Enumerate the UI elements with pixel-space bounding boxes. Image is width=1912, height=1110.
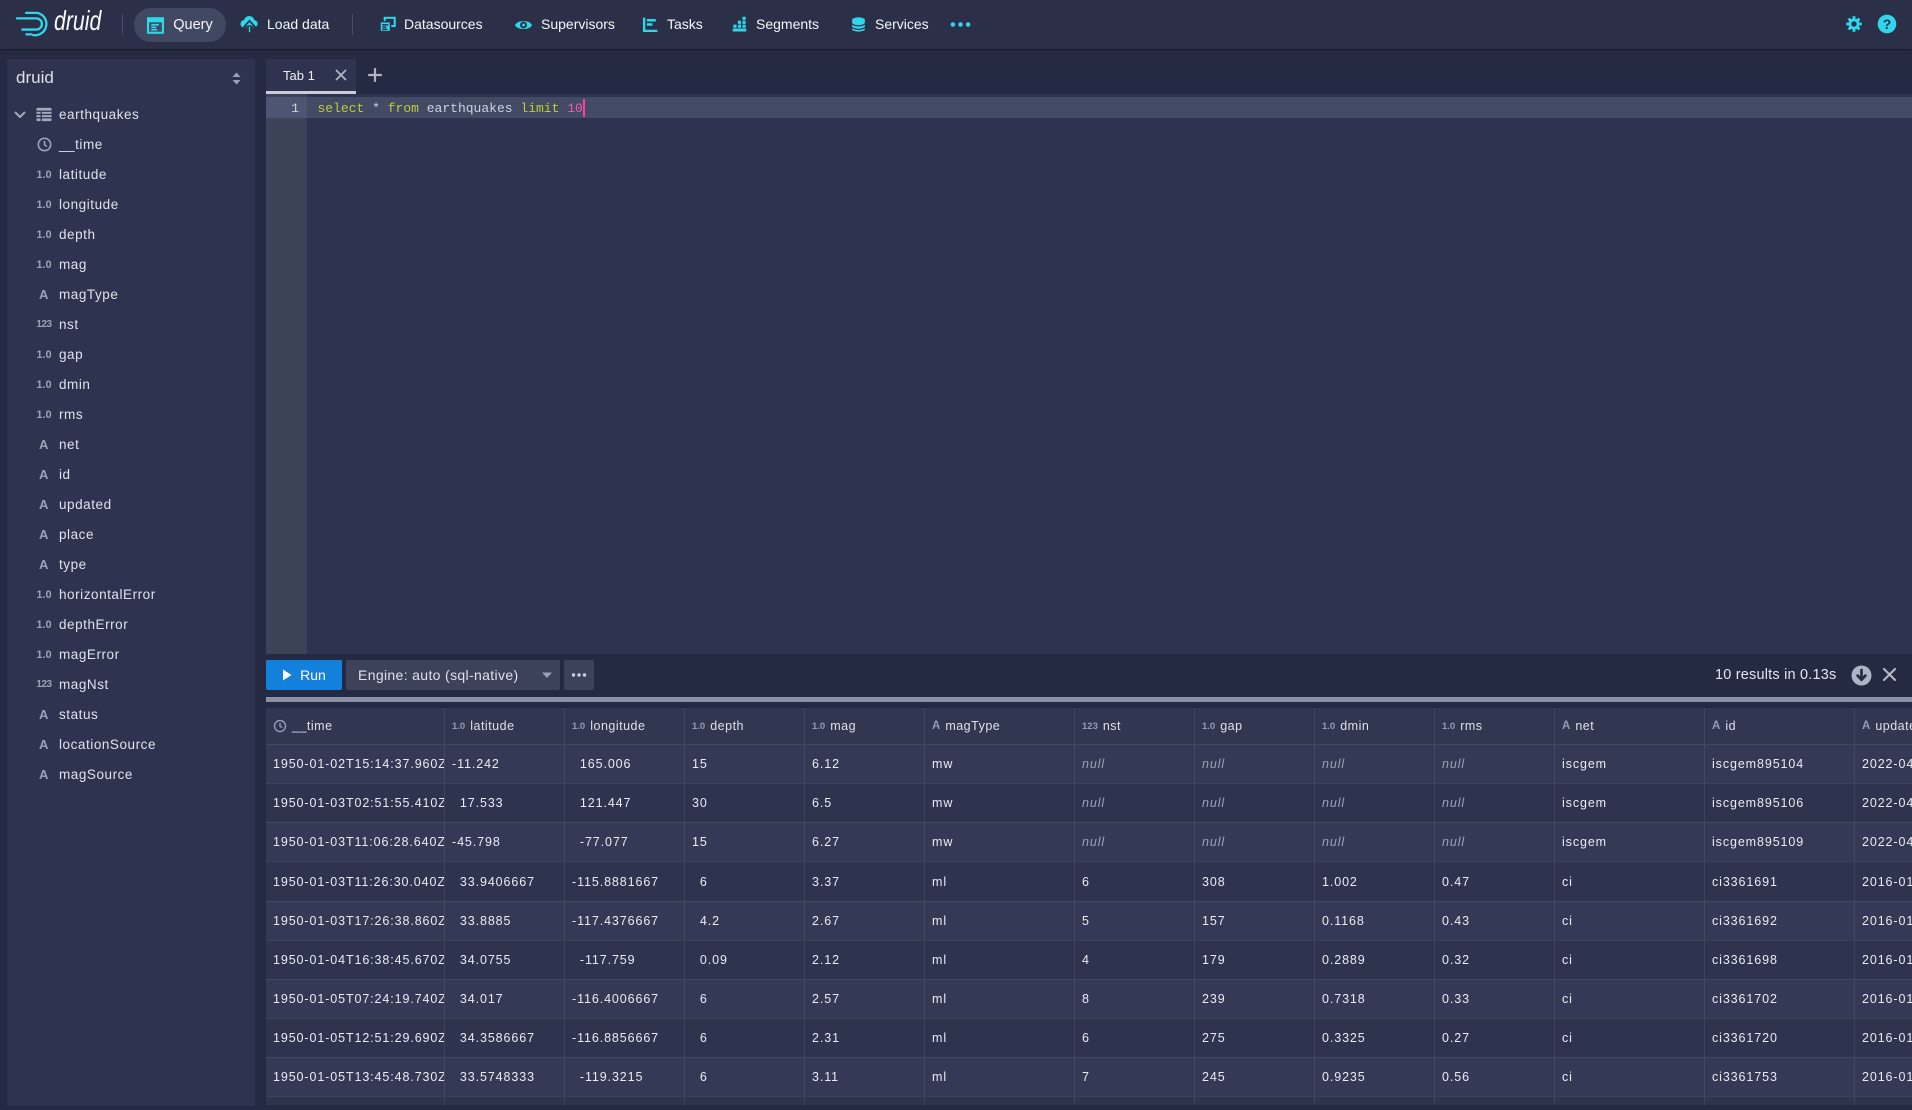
svg-text:?: ?: [1883, 16, 1892, 32]
